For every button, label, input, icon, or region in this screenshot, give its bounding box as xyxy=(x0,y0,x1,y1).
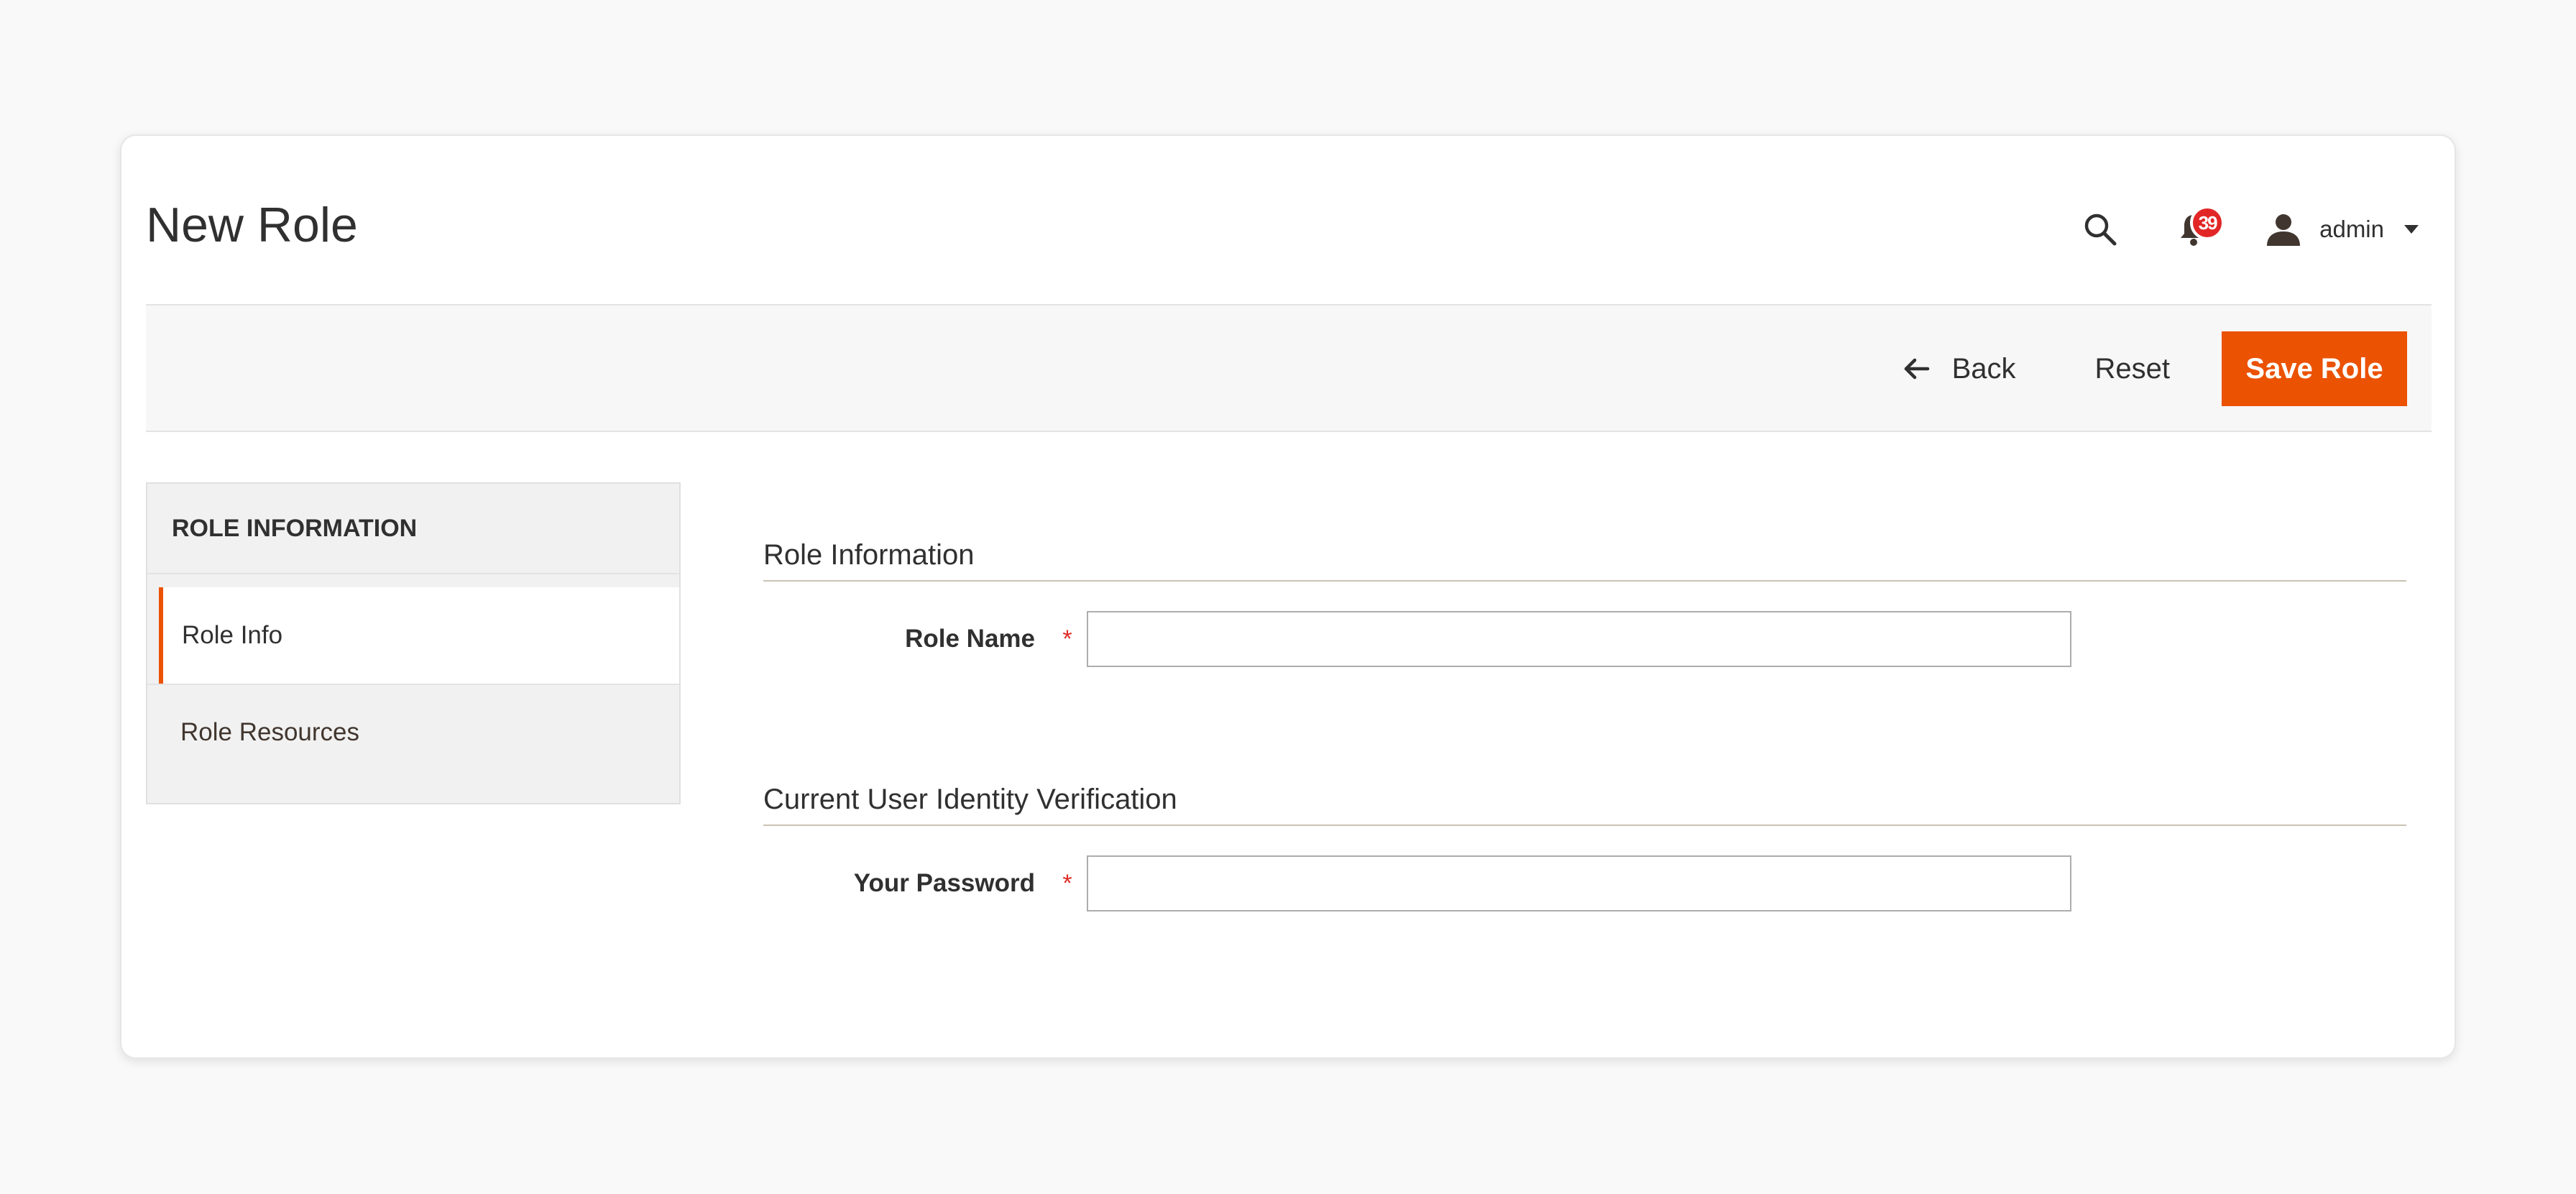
arrow-left-icon xyxy=(1902,353,1933,385)
tab-role-resources[interactable]: Role Resources xyxy=(147,684,679,780)
search-icon xyxy=(2084,213,2117,246)
password-row: Your Password * xyxy=(763,855,2406,912)
page-actions-bar: Back Reset Save Role xyxy=(146,304,2432,432)
section-title: Current User Identity Verification xyxy=(763,768,2406,826)
user-name: admin xyxy=(2319,216,2384,242)
save-role-button[interactable]: Save Role xyxy=(2222,331,2407,406)
password-input[interactable] xyxy=(1087,855,2071,911)
tab-label: Role Resources xyxy=(180,718,359,746)
notification-count-badge: 39 xyxy=(2190,206,2225,240)
back-button-label: Back xyxy=(1951,352,2016,385)
required-marker: * xyxy=(1062,869,1072,897)
chevron-down-icon xyxy=(2404,225,2419,234)
search-button[interactable] xyxy=(2075,204,2125,254)
role-name-row: Role Name * xyxy=(763,610,2406,668)
back-button[interactable]: Back xyxy=(1902,353,2016,385)
identity-verification-section: Current User Identity Verification Your … xyxy=(763,768,2406,912)
role-name-input[interactable] xyxy=(1087,611,2071,667)
role-information-section: Role Information Role Name * xyxy=(763,524,2406,668)
page-action-buttons: Back Reset Save Role xyxy=(1902,331,2407,406)
tabs-title: ROLE INFORMATION xyxy=(147,484,679,574)
role-name-label: Role Name xyxy=(905,625,1035,653)
tab-role-info[interactable]: Role Info xyxy=(159,587,679,684)
section-title: Role Information xyxy=(763,524,2406,582)
page-card: New Role 39 admin Back Reset Save Role R… xyxy=(120,134,2456,1059)
user-icon xyxy=(2262,208,2305,251)
password-label: Your Password xyxy=(853,869,1035,897)
form-content: Role Information Role Name * Current Use… xyxy=(763,524,2406,912)
required-marker: * xyxy=(1062,625,1072,653)
reset-button[interactable]: Reset xyxy=(2095,353,2171,385)
page-title: New Role xyxy=(146,198,358,252)
header-actions: 39 admin xyxy=(2075,201,2419,258)
user-menu-button[interactable]: admin xyxy=(2262,208,2419,251)
notifications-button[interactable]: 39 xyxy=(2168,204,2225,254)
tab-label: Role Info xyxy=(182,621,283,649)
role-tabs: ROLE INFORMATION Role Info Role Resource… xyxy=(146,482,681,804)
